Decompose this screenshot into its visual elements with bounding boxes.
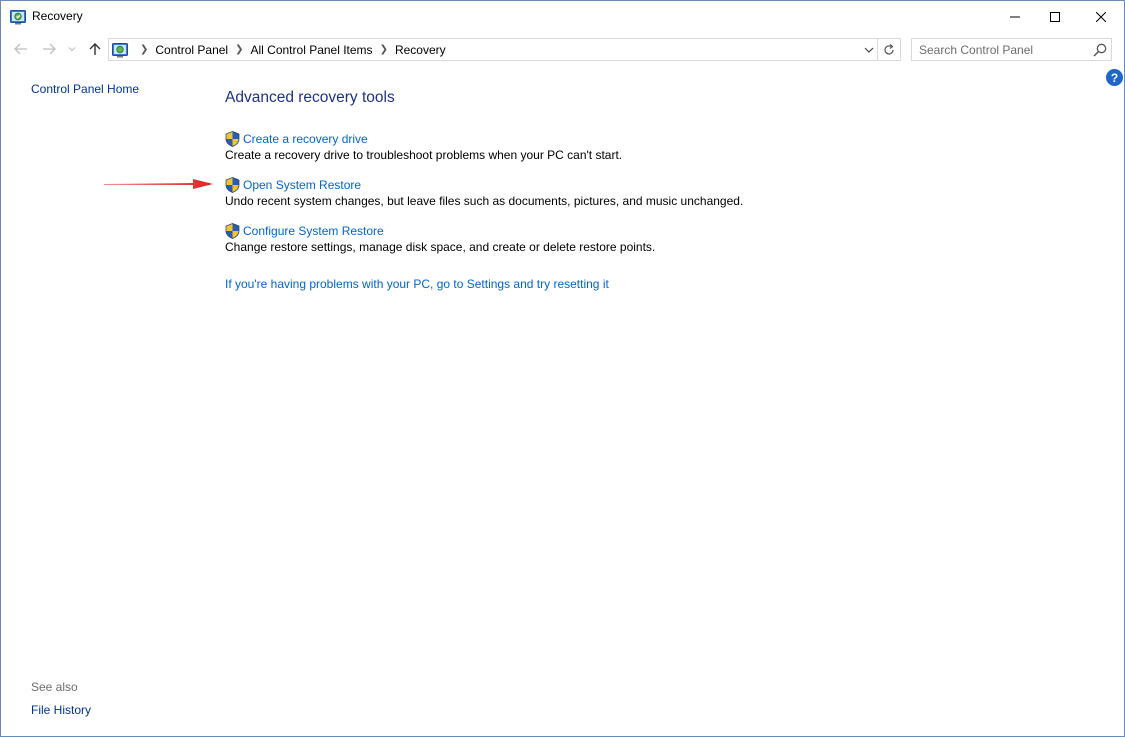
reset-pc-link[interactable]: If you're having problems with your PC, … (225, 277, 609, 291)
recovery-window: Recovery ❯ Control Panel ❯ All Control P… (0, 0, 1125, 737)
configure-system-restore-link[interactable]: Configure System Restore (243, 224, 384, 238)
breadcrumb: ❯ Control Panel ❯ All Control Panel Item… (133, 39, 446, 60)
chevron-down-icon (864, 47, 874, 53)
tool-description: Change restore settings, manage disk spa… (225, 240, 656, 254)
tool-configure-system-restore: Configure System Restore Change restore … (225, 223, 655, 254)
title-bar[interactable]: Recovery (1, 1, 1124, 32)
chevron-down-icon (68, 47, 76, 52)
search-input[interactable] (912, 39, 1087, 60)
recovery-app-icon (10, 10, 26, 25)
maximize-button[interactable] (1032, 1, 1078, 32)
control-panel-home-link[interactable]: Control Panel Home (31, 82, 139, 96)
arrow-left-icon (14, 43, 27, 55)
up-button[interactable] (85, 39, 105, 59)
tool-description: Undo recent system changes, but leave fi… (225, 194, 744, 208)
page-title: Advanced recovery tools (225, 89, 395, 106)
address-dropdown-button[interactable] (860, 39, 878, 60)
window-title: Recovery (32, 9, 83, 23)
refresh-button[interactable] (878, 38, 901, 61)
uac-shield-icon (225, 223, 240, 239)
see-also-heading: See also (31, 680, 78, 694)
search-icon[interactable] (1092, 42, 1108, 58)
breadcrumb-control-panel[interactable]: Control Panel (155, 43, 228, 57)
annotation-arrow-icon (104, 179, 213, 189)
breadcrumb-recovery[interactable]: Recovery (395, 43, 446, 57)
uac-shield-icon (225, 177, 240, 193)
file-history-link[interactable]: File History (31, 703, 91, 717)
breadcrumb-separator[interactable]: ❯ (140, 44, 148, 55)
recent-locations-button[interactable] (65, 39, 79, 59)
breadcrumb-separator[interactable]: ❯ (235, 44, 243, 55)
tool-create-recovery-drive: Create a recovery drive Create a recover… (225, 131, 622, 162)
uac-shield-icon (225, 131, 240, 147)
arrow-up-icon (89, 43, 101, 55)
breadcrumb-separator[interactable]: ❯ (380, 44, 388, 55)
navigation-bar: ❯ Control Panel ❯ All Control Panel Item… (1, 34, 1124, 64)
create-recovery-drive-link[interactable]: Create a recovery drive (243, 132, 368, 146)
back-button[interactable] (11, 39, 31, 59)
close-button[interactable] (1078, 1, 1124, 32)
tool-description: Create a recovery drive to troubleshoot … (225, 148, 623, 162)
address-bar[interactable]: ❯ Control Panel ❯ All Control Panel Item… (108, 38, 878, 61)
control-panel-icon (112, 43, 128, 58)
minimize-icon (1010, 16, 1020, 17)
close-icon (1096, 11, 1106, 22)
tool-open-system-restore: Open System Restore Undo recent system c… (225, 177, 743, 208)
open-system-restore-link[interactable]: Open System Restore (243, 178, 361, 192)
help-button[interactable]: ? (1106, 69, 1123, 86)
forward-button[interactable] (39, 39, 59, 59)
search-box[interactable] (911, 38, 1112, 61)
arrow-right-icon (43, 43, 56, 55)
breadcrumb-all-items[interactable]: All Control Panel Items (251, 43, 373, 57)
refresh-icon (884, 43, 894, 55)
maximize-icon (1050, 11, 1060, 22)
